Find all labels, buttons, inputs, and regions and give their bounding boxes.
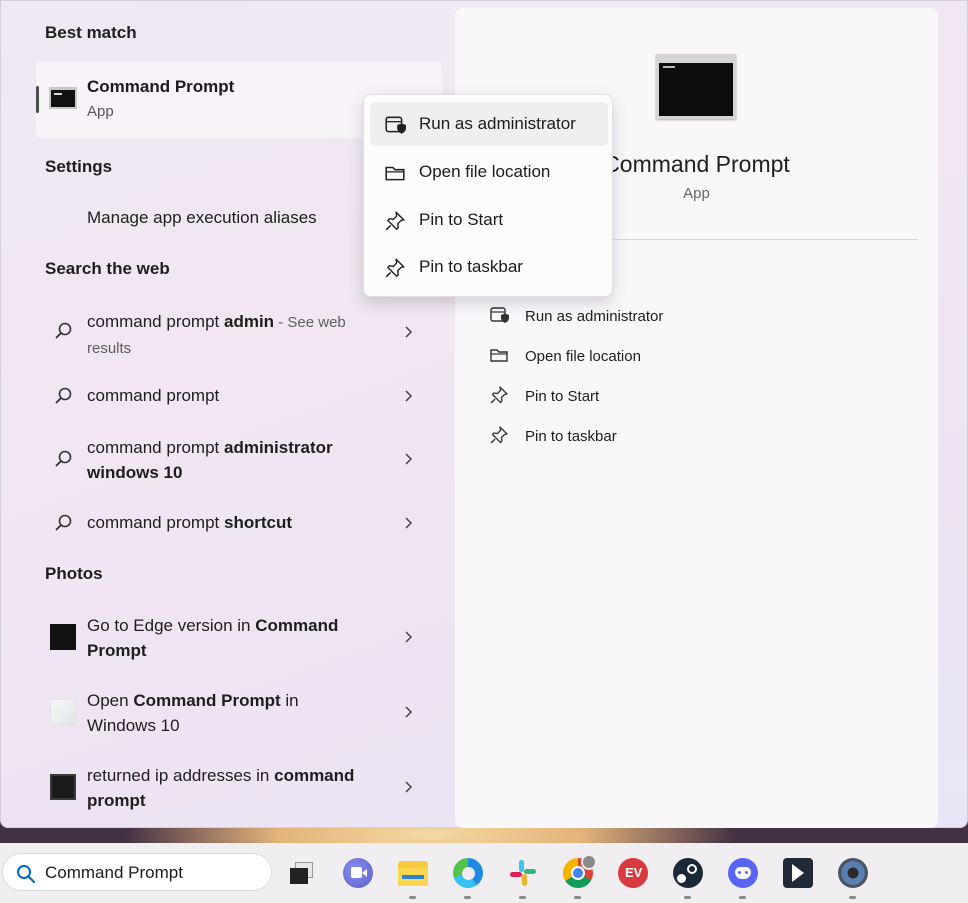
search-web-heading: Search the web <box>45 259 170 278</box>
selection-indicator <box>36 86 39 113</box>
chrome-icon[interactable] <box>563 854 597 888</box>
web-result[interactable]: command prompt admin - See web results <box>41 306 431 358</box>
web-result[interactable]: command prompt administrator windows 10 <box>41 433 431 485</box>
photo-result[interactable]: Open Command Prompt in Windows 10 <box>41 686 431 738</box>
running-indicator <box>684 896 691 899</box>
folder-icon <box>490 349 508 362</box>
folder-icon <box>385 166 405 181</box>
action-label: Pin to taskbar <box>525 428 617 445</box>
best-match-heading: Best match <box>45 23 137 42</box>
web-result[interactable]: command prompt <box>41 381 431 411</box>
chevron-right-icon <box>405 326 413 338</box>
web-result-text: command prompt shortcut <box>87 513 292 532</box>
search-input[interactable] <box>45 860 260 886</box>
photo-thumbnail <box>50 774 76 800</box>
pin-to-start-action[interactable]: Pin to Start <box>487 385 787 409</box>
shield-window-icon <box>490 307 509 323</box>
settings-heading: Settings <box>45 157 113 176</box>
search-icon <box>55 450 72 467</box>
running-indicator <box>574 896 581 899</box>
settings-result-label: Manage app execution aliases <box>87 208 317 227</box>
expressvpn-icon[interactable]: EV <box>618 858 648 888</box>
context-run-as-administrator[interactable]: Run as administrator <box>370 102 608 146</box>
search-icon <box>17 865 36 884</box>
best-match-title: Command Prompt <box>87 77 235 96</box>
context-pin-to-start[interactable]: Pin to Start <box>370 198 608 242</box>
shield-window-icon <box>385 116 406 134</box>
search-icon <box>55 322 72 339</box>
photo-thumbnail <box>50 624 76 650</box>
context-menu: Run as administrator Open file location … <box>363 94 613 297</box>
chevron-right-icon <box>405 631 413 643</box>
running-indicator <box>519 896 526 899</box>
best-match-subtitle: App <box>87 103 114 120</box>
pin-icon <box>385 258 405 278</box>
running-indicator <box>849 896 856 899</box>
app-icon[interactable] <box>783 858 813 888</box>
command-prompt-large-icon <box>656 54 736 119</box>
action-label: Open file location <box>525 348 641 365</box>
photo-result[interactable]: Go to Edge version in Command Prompt <box>41 611 431 663</box>
pin-icon <box>385 211 405 231</box>
web-result[interactable]: command prompt shortcut <box>41 508 431 538</box>
taskbar: EV <box>0 843 968 903</box>
context-item-label: Pin to taskbar <box>419 257 523 276</box>
context-pin-to-taskbar[interactable]: Pin to taskbar <box>370 245 608 289</box>
search-icon <box>55 387 72 404</box>
web-result-text: command prompt admin - See web results <box>87 312 346 357</box>
web-result-text: command prompt administrator windows 10 <box>87 438 333 482</box>
photo-result[interactable]: returned ip addresses in command prompt <box>41 761 431 813</box>
running-indicator <box>464 896 471 899</box>
open-file-location-action[interactable]: Open file location <box>487 345 787 369</box>
context-item-label: Open file location <box>419 162 551 181</box>
photo-result-text: Go to Edge version in Command Prompt <box>87 616 339 660</box>
photo-thumbnail <box>50 699 76 725</box>
start-search-panel: Best match Command Prompt App Settings M… <box>0 0 968 828</box>
photo-result-text: returned ip addresses in command prompt <box>87 766 355 810</box>
slack-icon[interactable] <box>508 858 538 888</box>
steam-icon[interactable] <box>673 858 703 888</box>
photos-heading: Photos <box>45 564 103 583</box>
task-view-icon[interactable] <box>288 858 318 888</box>
discord-icon[interactable] <box>728 858 758 888</box>
chevron-right-icon <box>405 390 413 402</box>
chevron-right-icon <box>405 517 413 529</box>
command-prompt-icon <box>49 87 77 109</box>
running-indicator <box>409 896 416 899</box>
file-explorer-icon[interactable] <box>398 858 428 888</box>
action-label: Run as administrator <box>525 308 664 325</box>
edge-icon[interactable] <box>453 858 483 888</box>
taskbar-search-box[interactable] <box>2 853 272 891</box>
photo-result-text: Open Command Prompt in Windows 10 <box>87 691 299 735</box>
action-label: Pin to Start <box>525 388 600 405</box>
chevron-right-icon <box>405 706 413 718</box>
context-item-label: Run as administrator <box>419 114 576 133</box>
chevron-right-icon <box>405 453 413 465</box>
pin-to-taskbar-action[interactable]: Pin to taskbar <box>487 425 787 449</box>
settings-icon[interactable] <box>838 858 868 888</box>
context-open-file-location[interactable]: Open file location <box>370 150 608 194</box>
teams-icon[interactable] <box>343 858 373 888</box>
web-result-text: command prompt <box>87 386 220 405</box>
context-item-label: Pin to Start <box>419 210 504 229</box>
pin-icon <box>490 426 508 444</box>
run-as-admin-action[interactable]: Run as administrator <box>487 305 787 329</box>
running-indicator <box>739 896 746 899</box>
pin-icon <box>490 386 508 404</box>
chevron-right-icon <box>405 781 413 793</box>
search-icon <box>55 514 72 531</box>
